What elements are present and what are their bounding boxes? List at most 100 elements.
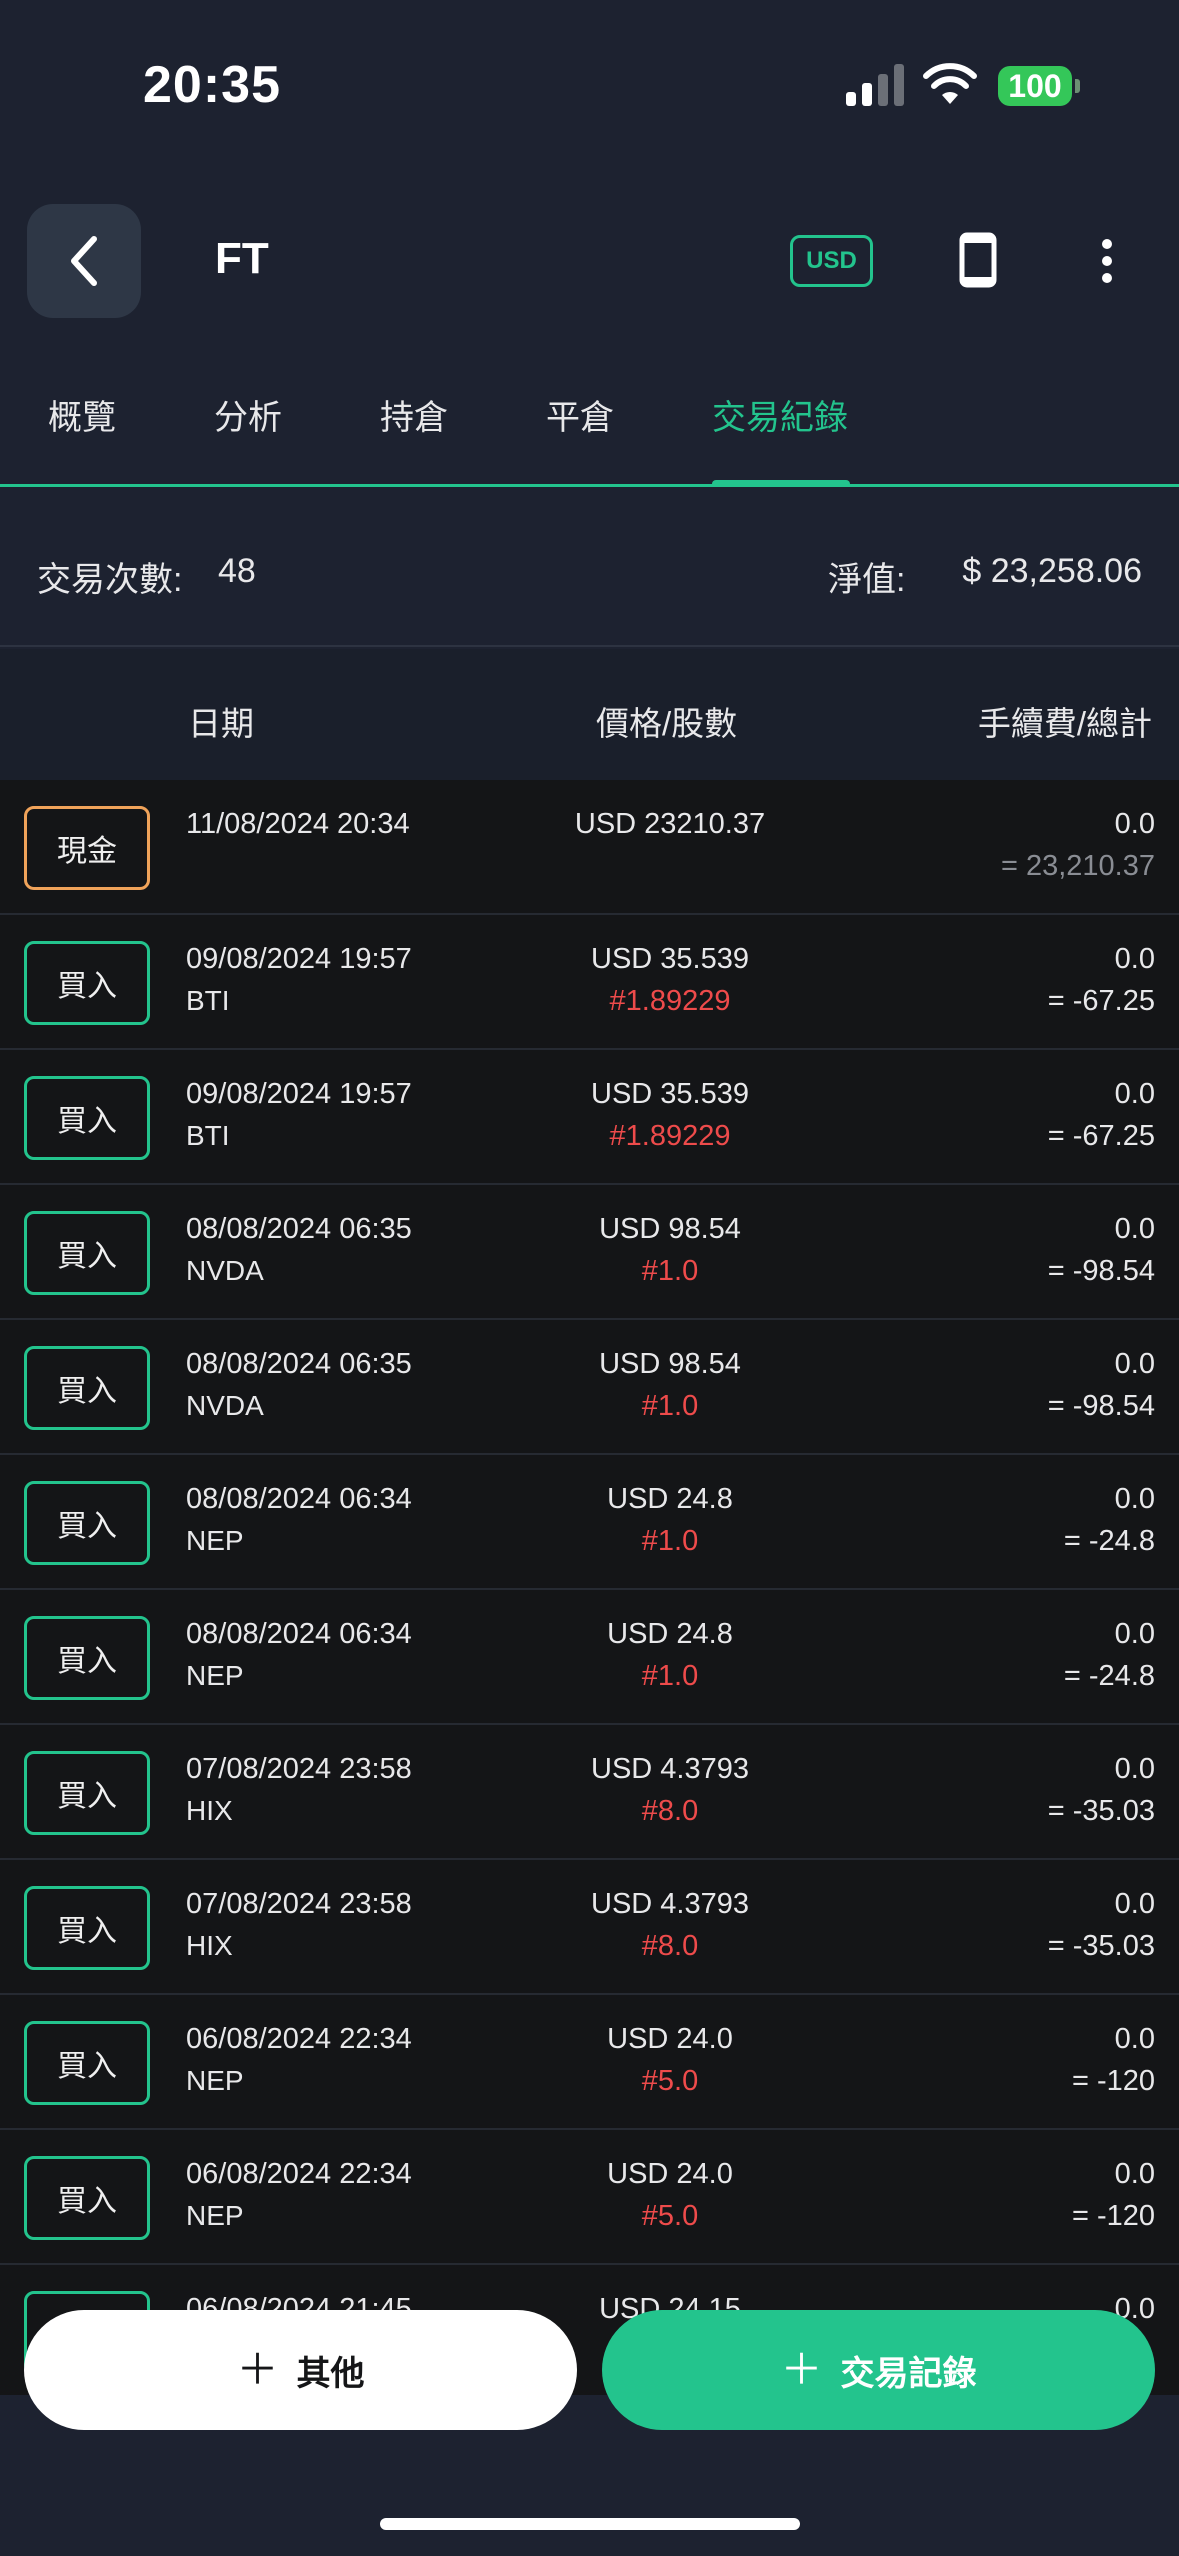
row-symbol: NEP xyxy=(186,2065,244,2096)
table-row[interactable]: 現金 11/08/2024 20:34 USD 23210.37 0.0 = 2… xyxy=(0,780,1179,915)
plus-icon: ＋ xyxy=(236,2346,279,2393)
row-date: 06/08/2024 22:34 xyxy=(186,2023,412,2055)
row-quantity: #8.0 xyxy=(641,1795,699,1827)
row-symbol: NVDA xyxy=(186,1255,264,1286)
row-price: USD 4.3793 xyxy=(591,1888,749,1920)
row-quantity: #1.0 xyxy=(641,1525,699,1557)
type-badge-buy: 買入 xyxy=(24,941,150,1025)
row-fee: 0.0 xyxy=(1114,1348,1155,1380)
row-total: = -120 xyxy=(1071,2200,1155,2232)
table-row[interactable]: 買入 08/08/2024 06:34 NEP USD 24.8 #1.0 0.… xyxy=(0,1590,1179,1725)
table-row[interactable]: 買入 09/08/2024 19:57 BTI USD 35.539 #1.89… xyxy=(0,915,1179,1050)
row-total: = -24.8 xyxy=(1063,1660,1155,1692)
row-fee: 0.0 xyxy=(1114,943,1155,975)
add-transaction-button[interactable]: ＋ 交易記錄 xyxy=(602,2310,1155,2430)
row-price: USD 98.54 xyxy=(599,1213,741,1245)
chevron-left-icon xyxy=(71,236,97,286)
transaction-list[interactable]: 現金 11/08/2024 20:34 USD 23210.37 0.0 = 2… xyxy=(0,780,1179,2395)
table-row[interactable]: 買入 07/08/2024 23:58 HIX USD 4.3793 #8.0 … xyxy=(0,1725,1179,1860)
row-date: 09/08/2024 19:57 xyxy=(186,943,412,975)
row-quantity: #1.0 xyxy=(641,1660,699,1692)
other-button[interactable]: ＋ 其他 xyxy=(24,2310,577,2430)
tab-transactions[interactable]: 交易紀錄 xyxy=(712,390,848,439)
tab-analysis[interactable]: 分析 xyxy=(214,390,282,439)
type-badge-buy: 買入 xyxy=(24,2021,150,2105)
active-tab-indicator xyxy=(712,480,850,487)
status-bar: 20:35 100 xyxy=(0,0,1179,170)
row-symbol: NEP xyxy=(186,2200,244,2231)
mobile-device-icon[interactable] xyxy=(958,232,998,288)
other-button-label: 其他 xyxy=(296,2354,365,2393)
add-transaction-button-label: 交易記錄 xyxy=(840,2354,977,2393)
row-total: = -35.03 xyxy=(1047,1930,1155,1962)
row-total: = -120 xyxy=(1071,2065,1155,2097)
row-price: USD 23210.37 xyxy=(574,808,766,840)
row-symbol: NVDA xyxy=(186,1390,264,1421)
row-total: = -98.54 xyxy=(1047,1255,1155,1287)
row-symbol: BTI xyxy=(186,985,230,1016)
row-price: USD 24.0 xyxy=(607,2158,733,2190)
tab-closed[interactable]: 平倉 xyxy=(546,390,614,439)
column-header-date: 日期 xyxy=(188,705,254,742)
back-button[interactable] xyxy=(27,204,141,318)
table-row[interactable]: 買入 09/08/2024 19:57 BTI USD 35.539 #1.89… xyxy=(0,1050,1179,1185)
row-price: USD 4.3793 xyxy=(591,1753,749,1785)
row-total: = -67.25 xyxy=(1047,1120,1155,1152)
row-total: = -24.8 xyxy=(1063,1525,1155,1557)
row-symbol: HIX xyxy=(186,1795,233,1826)
type-badge-cash: 現金 xyxy=(24,806,150,890)
row-fee: 0.0 xyxy=(1114,1618,1155,1650)
summary-bar: 交易次數: 48 淨值: $ 23,258.06 xyxy=(0,490,1179,647)
type-badge-buy: 買入 xyxy=(24,1076,150,1160)
row-total: = -35.03 xyxy=(1047,1795,1155,1827)
table-row[interactable]: 買入 06/08/2024 22:34 NEP USD 24.0 #5.0 0.… xyxy=(0,1995,1179,2130)
trade-count-label: 交易次數: xyxy=(37,561,183,599)
row-price: USD 35.539 xyxy=(591,1078,749,1110)
row-fee: 0.0 xyxy=(1114,1483,1155,1515)
more-options-icon[interactable] xyxy=(1093,236,1121,286)
table-row[interactable]: 買入 08/08/2024 06:35 NVDA USD 98.54 #1.0 … xyxy=(0,1185,1179,1320)
row-date: 09/08/2024 19:57 xyxy=(186,1078,412,1110)
status-time: 20:35 xyxy=(143,56,281,114)
trade-count-value: 48 xyxy=(218,552,256,590)
row-date: 07/08/2024 23:58 xyxy=(186,1753,412,1785)
wifi-icon xyxy=(923,63,977,104)
type-badge-buy: 買入 xyxy=(24,2156,150,2240)
nav-header: FT USD xyxy=(0,200,1179,320)
row-fee: 0.0 xyxy=(1114,808,1155,840)
row-total: = -98.54 xyxy=(1047,1390,1155,1422)
page-title: FT xyxy=(215,234,269,283)
row-fee: 0.0 xyxy=(1114,1888,1155,1920)
row-price: USD 24.8 xyxy=(607,1483,733,1515)
home-indicator[interactable] xyxy=(380,2518,800,2530)
row-date: 08/08/2024 06:34 xyxy=(186,1618,412,1650)
row-date: 08/08/2024 06:34 xyxy=(186,1483,412,1515)
table-row[interactable]: 買入 08/08/2024 06:35 NVDA USD 98.54 #1.0 … xyxy=(0,1320,1179,1455)
row-symbol: BTI xyxy=(186,1120,230,1151)
row-total: = -67.25 xyxy=(1047,985,1155,1017)
cellular-signal-icon xyxy=(846,64,904,106)
table-row[interactable]: 買入 06/08/2024 22:34 NEP USD 24.0 #5.0 0.… xyxy=(0,2130,1179,2265)
table-row[interactable]: 買入 07/08/2024 23:58 HIX USD 4.3793 #8.0 … xyxy=(0,1860,1179,1995)
row-quantity: #8.0 xyxy=(641,1930,699,1962)
tab-holdings[interactable]: 持倉 xyxy=(380,390,448,439)
row-quantity: #1.89229 xyxy=(609,1120,731,1152)
row-quantity: #5.0 xyxy=(641,2200,699,2232)
row-price: USD 24.0 xyxy=(607,2023,733,2055)
type-badge-buy: 買入 xyxy=(24,1886,150,1970)
row-fee: 0.0 xyxy=(1114,2023,1155,2055)
row-date: 08/08/2024 06:35 xyxy=(186,1348,412,1380)
row-date: 11/08/2024 20:34 xyxy=(186,808,410,840)
currency-toggle-button[interactable]: USD xyxy=(790,235,873,287)
row-symbol: HIX xyxy=(186,1930,233,1961)
row-quantity: #1.0 xyxy=(641,1255,699,1287)
row-quantity: #5.0 xyxy=(641,2065,699,2097)
type-badge-buy: 買入 xyxy=(24,1481,150,1565)
table-row[interactable]: 買入 08/08/2024 06:34 NEP USD 24.8 #1.0 0.… xyxy=(0,1455,1179,1590)
row-price: USD 24.8 xyxy=(607,1618,733,1650)
tab-overview[interactable]: 概覽 xyxy=(48,390,116,439)
net-value-label: 淨值: xyxy=(828,561,906,599)
app-screen: 20:35 100 FT USD 概覽 分析 持倉 平倉 交易紀錄 交易次數: … xyxy=(0,0,1179,2556)
row-total: = 23,210.37 xyxy=(1000,850,1155,882)
row-fee: 0.0 xyxy=(1114,2158,1155,2190)
